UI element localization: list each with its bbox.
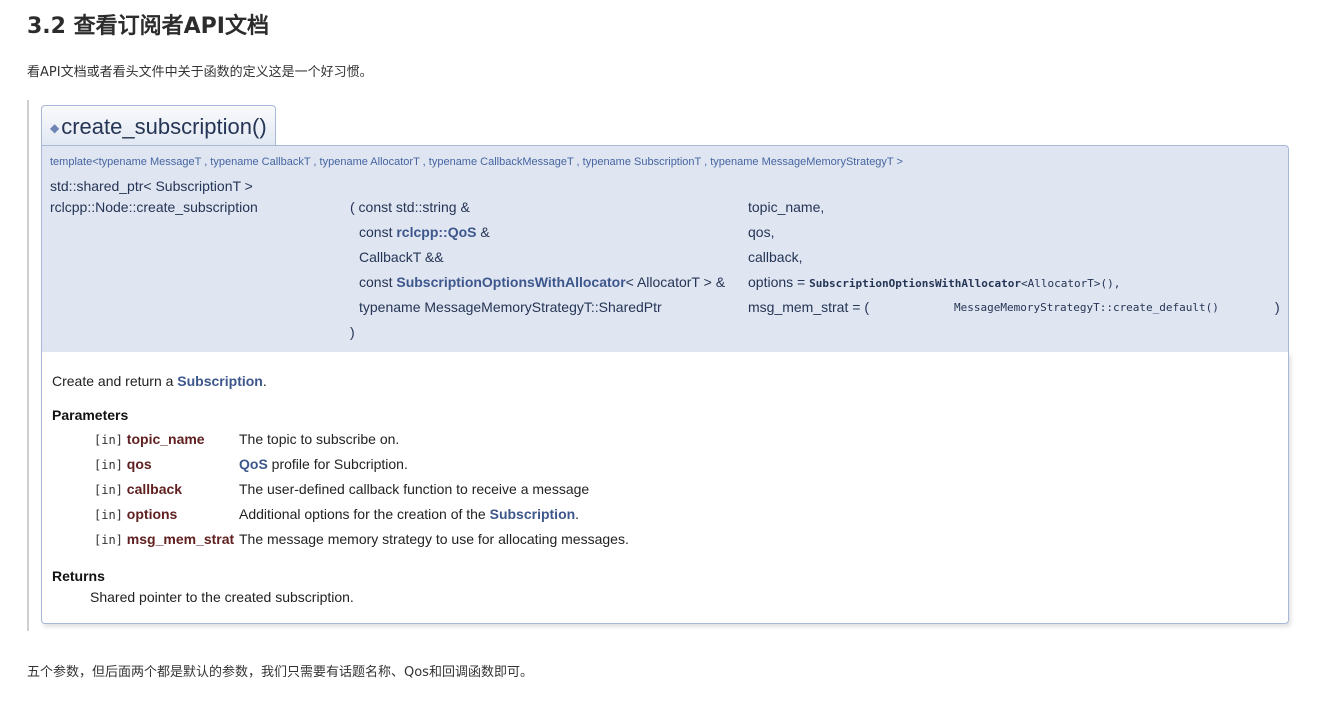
- param-row: [in] qos: [94, 456, 152, 472]
- return-type: std::shared_ptr< SubscriptionT >: [50, 178, 253, 194]
- returns-desc: Shared pointer to the created subscripti…: [90, 589, 354, 605]
- blockquote-bar: [27, 100, 29, 631]
- msg-default-close: ): [1275, 299, 1280, 315]
- intro-text: 看API文档或者看头文件中关于函数的定义这是一个好习惯。: [27, 65, 373, 80]
- qos-link[interactable]: rclcpp::QoS: [396, 224, 476, 240]
- param-row: [in] topic_name: [94, 431, 205, 447]
- param-type-row: ( const std::string &: [350, 199, 470, 215]
- returns-title: Returns: [52, 568, 105, 584]
- param-name-row: topic_name,: [748, 199, 825, 215]
- function-name: rclcpp::Node::create_subscription: [50, 199, 258, 215]
- msg-mem-strat-default: MessageMemoryStrategyT::create_default(): [954, 301, 1219, 314]
- param-desc: The topic to subscribe on.: [239, 431, 400, 447]
- outro-text: 五个参数，但后面两个都是默认的参数，我们只需要有话题名称、Qos和回调函数即可。: [27, 665, 533, 680]
- close-paren: ): [350, 324, 355, 340]
- param-type-row: const SubscriptionOptionsWithAllocator< …: [359, 274, 726, 290]
- parameters-title: Parameters: [52, 407, 129, 423]
- qos-doc-link[interactable]: QoS: [239, 456, 268, 472]
- param-name-row: options = SubscriptionOptionsWithAllocat…: [748, 274, 1121, 290]
- param-desc: Additional options for the creation of t…: [239, 506, 580, 522]
- param-type-row: typename MessageMemoryStrategyT::SharedP…: [359, 299, 662, 315]
- param-type-row: const rclcpp::QoS &: [359, 224, 490, 240]
- member-title-tab: ◆create_subscription(): [41, 105, 276, 145]
- member-title: create_subscription(): [61, 114, 267, 139]
- param-desc: The user-defined callback function to re…: [239, 481, 590, 497]
- param-type-row: CallbackT &&: [359, 249, 444, 265]
- param-row: [in] options: [94, 506, 178, 522]
- template-line: template<typename MessageT , typename Ca…: [50, 156, 903, 168]
- subscription-options-link[interactable]: SubscriptionOptionsWithAllocator: [396, 274, 625, 290]
- member-prototype: template<typename MessageT , typename Ca…: [41, 145, 1289, 352]
- param-row: [in] msg_mem_strat: [94, 531, 235, 547]
- options-default-link[interactable]: SubscriptionOptionsWithAllocator: [809, 277, 1021, 290]
- param-desc: QoS profile for Subcription.: [239, 456, 408, 472]
- member-doc: Create and return a Subscription. Parame…: [41, 352, 1289, 624]
- brief-description: Create and return a Subscription.: [52, 373, 267, 389]
- param-desc: The message memory strategy to use for a…: [239, 531, 629, 547]
- param-name-row: msg_mem_strat = (: [748, 299, 869, 315]
- subscription-link[interactable]: Subscription: [177, 373, 263, 389]
- subscription-doc-link[interactable]: Subscription: [490, 506, 576, 522]
- param-row: [in] callback: [94, 481, 183, 497]
- section-heading: 3.2 查看订阅者API文档: [27, 14, 269, 39]
- param-name-row: callback,: [748, 249, 803, 265]
- param-name-row: qos,: [748, 224, 775, 240]
- diamond-bullet-icon: ◆: [50, 121, 60, 136]
